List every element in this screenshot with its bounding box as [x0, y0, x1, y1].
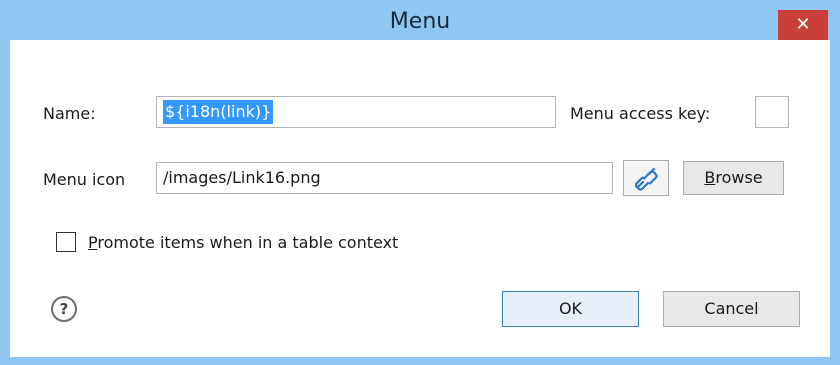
link-icon-button[interactable]	[623, 160, 669, 196]
name-label: Name:	[43, 104, 96, 123]
menu-access-key-label: Menu access key:	[570, 104, 711, 123]
promote-items-text: romote items when in a table context	[97, 233, 399, 252]
name-input[interactable]: ${i18n(link)}	[156, 96, 556, 128]
promote-items-mnemonic: P	[88, 233, 98, 252]
cancel-button[interactable]: Cancel	[663, 291, 800, 327]
ok-button[interactable]: OK	[502, 291, 639, 327]
menu-icon-label: Menu icon	[43, 170, 126, 189]
menu-access-key-input[interactable]	[755, 96, 789, 128]
promote-items-checkbox[interactable]	[56, 232, 76, 252]
browse-label: rowse	[715, 168, 763, 187]
browse-mnemonic: B	[704, 168, 716, 187]
menu-icon-path-input[interactable]: /images/Link16.png	[156, 162, 613, 194]
help-icon[interactable]: ?	[51, 296, 77, 322]
name-input-selected-text: ${i18n(link)}	[163, 100, 274, 124]
close-button[interactable]: ✕	[778, 10, 828, 40]
browse-button[interactable]: Browse	[683, 161, 784, 195]
title-bar[interactable]: Menu ✕	[0, 0, 840, 40]
close-icon: ✕	[795, 14, 811, 35]
chain-link-icon	[634, 167, 658, 191]
dialog-body: Name: ${i18n(link)} Menu access key: Men…	[10, 40, 830, 357]
promote-items-label[interactable]: Promote items when in a table context	[88, 233, 398, 252]
window-title: Menu	[389, 9, 451, 34]
menu-dialog: Menu ✕ Name: ${i18n(link)} Menu access k…	[0, 0, 840, 365]
